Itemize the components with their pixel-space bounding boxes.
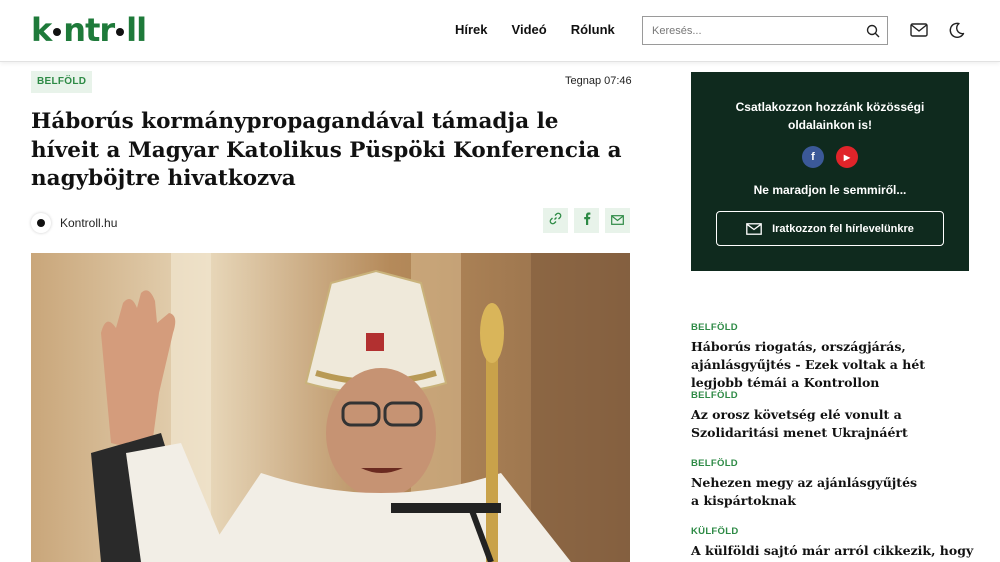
news-title[interactable]: Az orosz követség elé vonult a Szolidari… — [691, 406, 961, 442]
newsletter-label: Iratkozzon fel hírlevelünkre — [772, 222, 914, 235]
article-author[interactable]: Kontroll.hu — [31, 213, 117, 233]
site-logo[interactable]: k ntr ll — [31, 11, 147, 49]
list-item[interactable]: BELFÖLD Háborús riogatás, országjárás, a… — [691, 322, 981, 392]
news-category[interactable]: BELFÖLD — [691, 322, 981, 333]
list-item[interactable]: KÜLFÖLD A külföldi sajtó már arról cikke… — [691, 526, 981, 560]
list-item[interactable]: BELFÖLD Az orosz követség elé vonult a S… — [691, 390, 981, 442]
newsletter-button[interactable]: Iratkozzon fel hírlevelünkre — [716, 211, 944, 246]
facebook-icon — [583, 212, 591, 230]
article-hero-image — [31, 253, 630, 562]
copy-link-button[interactable] — [543, 208, 568, 233]
news-category[interactable]: BELFÖLD — [691, 390, 981, 401]
social-links: f ▶ — [691, 146, 969, 168]
youtube-icon[interactable]: ▶ — [836, 146, 858, 168]
main-nav: Hírek Videó Rólunk — [455, 22, 639, 37]
author-name: Kontroll.hu — [60, 216, 118, 230]
share-email-button[interactable] — [605, 208, 630, 233]
search-icon[interactable] — [859, 24, 887, 38]
social-box-heading: Csatlakozzon hozzánk közösségi oldalaink… — [735, 100, 925, 132]
category-badge[interactable]: BELFÖLD — [31, 71, 93, 93]
mail-icon — [746, 222, 762, 235]
avatar — [31, 213, 51, 233]
moon-icon[interactable] — [945, 20, 967, 40]
link-icon — [549, 212, 562, 230]
nav-item-hirek[interactable]: Hírek — [455, 22, 488, 37]
article-title: Háborús kormánypropagandával támadja le … — [31, 109, 622, 191]
social-box-subheading: Ne maradjon le semmiről... — [753, 183, 907, 197]
facebook-icon[interactable]: f — [802, 146, 824, 168]
share-facebook-button[interactable] — [574, 208, 599, 233]
news-title[interactable]: Háborús riogatás, országjárás, ajánlásgy… — [691, 338, 976, 392]
news-category[interactable]: KÜLFÖLD — [691, 526, 981, 537]
nav-item-video[interactable]: Videó — [512, 22, 547, 37]
nav-item-rolunk[interactable]: Rólunk — [571, 22, 615, 37]
social-box: Csatlakozzon hozzánk közösségi oldalaink… — [691, 72, 969, 271]
news-title[interactable]: Nehezen megy az ajánlásgyűjtés a kispárt… — [691, 474, 921, 510]
search-input[interactable] — [643, 17, 859, 44]
list-item[interactable]: BELFÖLD Nehezen megy az ajánlásgyűjtés a… — [691, 458, 981, 510]
site-header: k ntr ll Hírek Videó Rólunk — [0, 0, 1000, 62]
mail-icon — [611, 212, 624, 230]
search-box — [642, 16, 888, 45]
news-category[interactable]: BELFÖLD — [691, 458, 981, 469]
news-title[interactable]: A külföldi sajtó már arról cikkezik, hog… — [691, 542, 976, 560]
mail-icon[interactable] — [908, 20, 930, 40]
article-time: Tegnap 07:46 — [565, 75, 632, 87]
